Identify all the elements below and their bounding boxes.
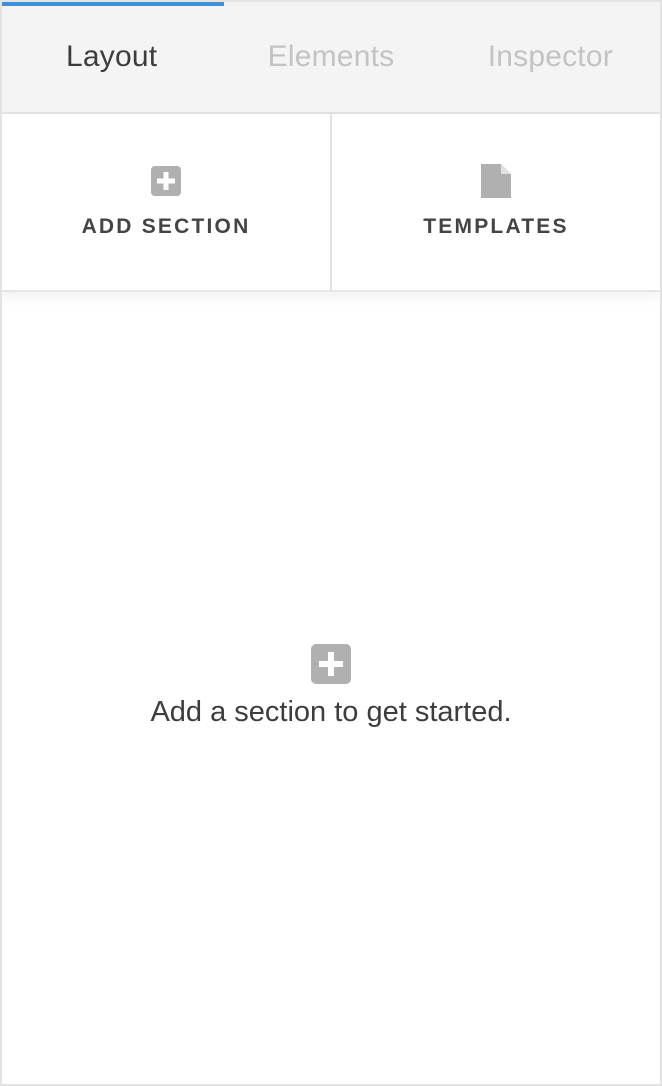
templates-label: TEMPLATES [423,215,569,238]
empty-state-message: Add a section to get started. [150,696,512,728]
add-section-button[interactable]: ADD SECTION [2,114,330,290]
tab-bar: Layout Elements Inspector [2,2,660,114]
file-icon [481,164,511,198]
action-bar: ADD SECTION TEMPLATES [2,114,660,292]
plus-square-icon[interactable] [311,644,351,684]
add-section-label: ADD SECTION [81,215,251,238]
builder-panel: Layout Elements Inspector ADD SECTION TE… [0,0,662,1086]
tab-layout[interactable]: Layout [2,2,221,112]
templates-button[interactable]: TEMPLATES [330,114,660,290]
tab-elements[interactable]: Elements [221,2,440,112]
plus-square-icon [151,166,181,196]
tab-inspector[interactable]: Inspector [441,2,660,112]
empty-state: Add a section to get started. [2,294,660,1084]
